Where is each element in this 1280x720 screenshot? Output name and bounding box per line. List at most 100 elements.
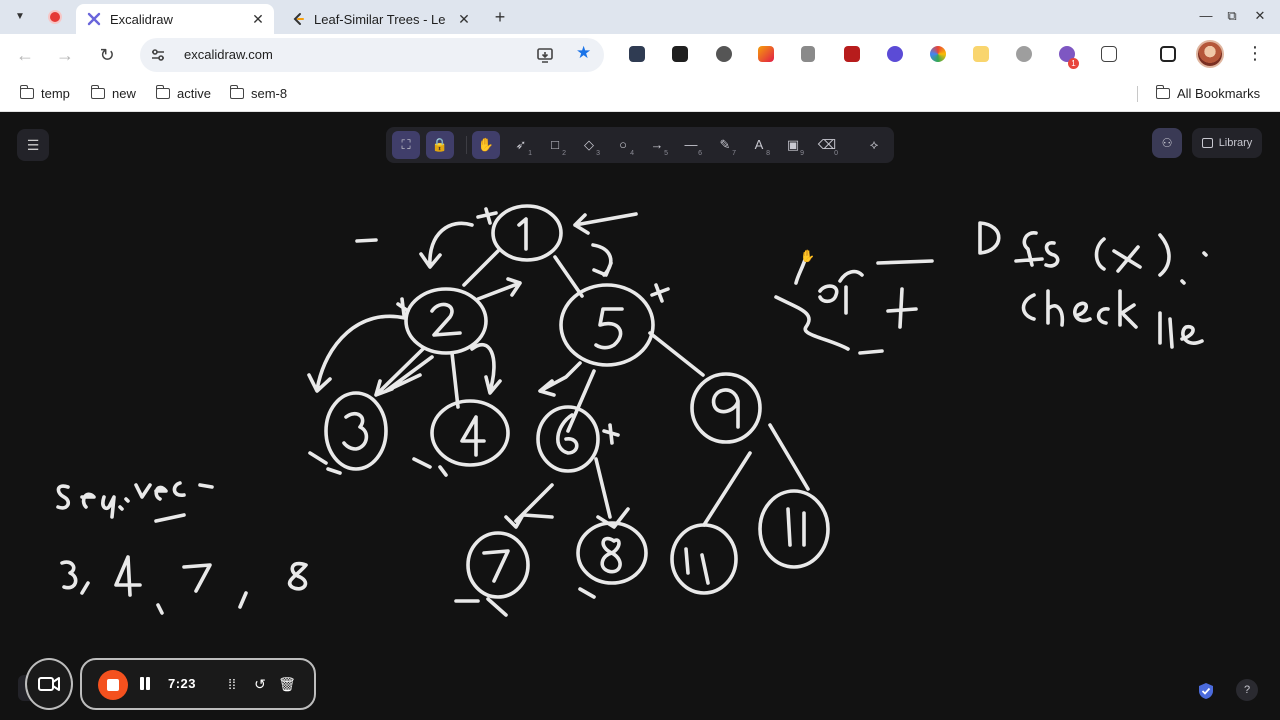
excalidraw-toolbar: ⛶ 🔒 ✋ ➶ 1 □ 2 ◇ 3 ○ 4 → 5 —6 ✎ 7 A8 ▣ 9 ⌫ 0 ⟡ bbox=[386, 127, 894, 163]
diamond-icon[interactable]: ◇ 3 bbox=[575, 131, 603, 159]
grid-icon[interactable]: ⁞⁞ bbox=[223, 675, 241, 693]
edge-1-5 bbox=[553, 255, 584, 298]
arrow-2-up bbox=[476, 277, 522, 301]
extension-palette-icon[interactable] bbox=[758, 46, 774, 62]
cursor-icon[interactable]: ➶ 1 bbox=[507, 131, 535, 159]
tab-title: Leaf-Similar Trees - Le bbox=[314, 11, 446, 27]
extension-chart-icon[interactable] bbox=[801, 46, 815, 62]
excalidraw-canvas[interactable]: ☰ ⛶ 🔒 ✋ ➶ 1 □ 2 ◇ 3 ○ 4 → 5 —6 ✎ 7 A8 ▣ 9 ⌫ 0 ⟡ … bbox=[0, 113, 1280, 720]
pin-icon[interactable]: ⛶ bbox=[392, 131, 420, 159]
node-7 bbox=[466, 531, 530, 599]
help-icon[interactable]: ? bbox=[1236, 679, 1258, 701]
dash-mark bbox=[355, 238, 378, 243]
close-icon[interactable]: ✕ bbox=[250, 11, 266, 27]
traverse-arrow-left bbox=[419, 221, 474, 269]
extension-rocket-icon[interactable] bbox=[716, 46, 732, 62]
extension-brain-icon[interactable] bbox=[887, 46, 903, 62]
book-icon bbox=[1201, 138, 1213, 148]
profile-avatar[interactable] bbox=[1196, 40, 1224, 68]
bookmark-label: temp bbox=[41, 86, 70, 101]
dfs-D bbox=[978, 221, 1001, 255]
close-icon[interactable]: ✕ bbox=[456, 11, 472, 27]
tab-search-icon[interactable]: ▼ bbox=[12, 9, 28, 25]
traverse-arrow-5 bbox=[591, 243, 613, 277]
edge-2-4 bbox=[450, 351, 460, 409]
edge-6-7 bbox=[504, 483, 554, 529]
text-icon[interactable]: A8 bbox=[745, 131, 773, 159]
camera-button[interactable] bbox=[25, 658, 73, 710]
new-tab-icon[interactable]: + bbox=[490, 7, 510, 28]
restart-icon[interactable]: ↺ bbox=[251, 675, 269, 693]
bookmark-active[interactable]: active bbox=[155, 85, 211, 101]
extensions-puzzle-icon[interactable] bbox=[1101, 46, 1117, 62]
trash-icon[interactable]: 🗑 bbox=[278, 675, 296, 693]
site-info-icon[interactable] bbox=[150, 47, 166, 63]
node-9 bbox=[690, 372, 762, 444]
edge-9-10 bbox=[702, 451, 752, 527]
restore-icon[interactable]: ⧉ bbox=[1222, 8, 1242, 24]
minimize-icon[interactable]: — bbox=[1196, 8, 1216, 23]
node-8-label bbox=[600, 536, 622, 574]
pause-icon[interactable] bbox=[138, 674, 152, 694]
back-icon[interactable]: ← bbox=[14, 44, 36, 66]
forward-icon[interactable]: → bbox=[54, 44, 76, 66]
bookmark-temp[interactable]: temp bbox=[19, 85, 70, 101]
seq-value-7 bbox=[182, 563, 248, 609]
node-5-label bbox=[594, 307, 624, 350]
node-5-star bbox=[650, 283, 670, 303]
address-bar[interactable]: excalidraw.com ★ bbox=[140, 38, 604, 72]
node-6-star bbox=[602, 423, 620, 445]
all-bookmarks[interactable]: All Bookmarks bbox=[1155, 85, 1260, 101]
folder-icon bbox=[1155, 85, 1170, 99]
reload-icon[interactable]: ↻ bbox=[96, 44, 118, 66]
install-app-icon[interactable] bbox=[536, 46, 554, 64]
tab-excalidraw[interactable]: Excalidraw ✕ bbox=[76, 4, 274, 34]
hamburger-menu-icon[interactable]: ☰ bbox=[17, 129, 49, 161]
bookmark-new[interactable]: new bbox=[90, 85, 136, 101]
arrow-5-6 bbox=[538, 361, 582, 397]
eraser-icon[interactable]: ⌫ 0 bbox=[813, 131, 841, 159]
vec-text bbox=[134, 481, 214, 501]
extension-incognito-icon[interactable] bbox=[629, 46, 645, 62]
arrow-2-4 bbox=[470, 342, 502, 395]
dfs-x-paren bbox=[1094, 233, 1208, 285]
recording-controls: 7:23 ⁞⁞ ↺ 🗑 bbox=[80, 658, 316, 710]
shapes-icon[interactable]: ⟡ bbox=[860, 131, 888, 159]
circle-icon[interactable]: ○ 4 bbox=[609, 131, 637, 159]
bookmark-label: sem-8 bbox=[251, 86, 288, 101]
stop-recording-button[interactable] bbox=[98, 670, 128, 700]
bookmark-sem-8[interactable]: sem-8 bbox=[229, 85, 288, 101]
extension-color-icon[interactable] bbox=[930, 46, 946, 62]
browser-menu-icon[interactable]: ⋮ bbox=[1246, 43, 1264, 64]
extension-folder-icon[interactable] bbox=[973, 46, 989, 62]
collaboration-icon[interactable]: ⚇ bbox=[1152, 128, 1182, 158]
hand-icon[interactable]: ✋ bbox=[472, 131, 500, 159]
side-panel-icon[interactable] bbox=[1160, 46, 1176, 62]
image-icon[interactable]: ▣ 9 bbox=[779, 131, 807, 159]
leetcode-favicon-icon bbox=[290, 11, 306, 27]
window-close-icon[interactable]: ✕ bbox=[1250, 8, 1270, 24]
lock-icon[interactable]: 🔒 bbox=[426, 131, 454, 159]
hand-cursor-icon: ✋ bbox=[800, 249, 815, 263]
extension-red-icon[interactable] bbox=[844, 46, 860, 62]
tab-leetcode[interactable]: Leaf-Similar Trees - Le ✕ bbox=[280, 4, 480, 34]
shield-check-icon[interactable] bbox=[1197, 682, 1215, 700]
folder-icon bbox=[229, 85, 244, 99]
library-button[interactable]: Library bbox=[1192, 128, 1262, 158]
bookmark-label: active bbox=[177, 86, 211, 101]
extension-devtools-icon[interactable] bbox=[672, 46, 688, 62]
pencil-icon[interactable]: ✎ 7 bbox=[711, 131, 739, 159]
arrow-icon[interactable]: → 5 bbox=[643, 131, 671, 159]
recording-timer: 7:23 bbox=[168, 676, 197, 691]
root-star-mark bbox=[476, 207, 498, 225]
bookmark-star-icon[interactable]: ★ bbox=[576, 43, 591, 63]
line-icon[interactable]: —6 bbox=[677, 131, 705, 159]
seq-text bbox=[56, 484, 130, 519]
edge-5-6 bbox=[566, 369, 596, 433]
square-icon[interactable]: □ 2 bbox=[541, 131, 569, 159]
extension-badge: 1 bbox=[1068, 58, 1079, 69]
folder-icon bbox=[19, 85, 34, 99]
node-2-label bbox=[430, 302, 462, 337]
edge-1-2 bbox=[462, 249, 500, 287]
extension-link-icon[interactable] bbox=[1016, 46, 1032, 62]
